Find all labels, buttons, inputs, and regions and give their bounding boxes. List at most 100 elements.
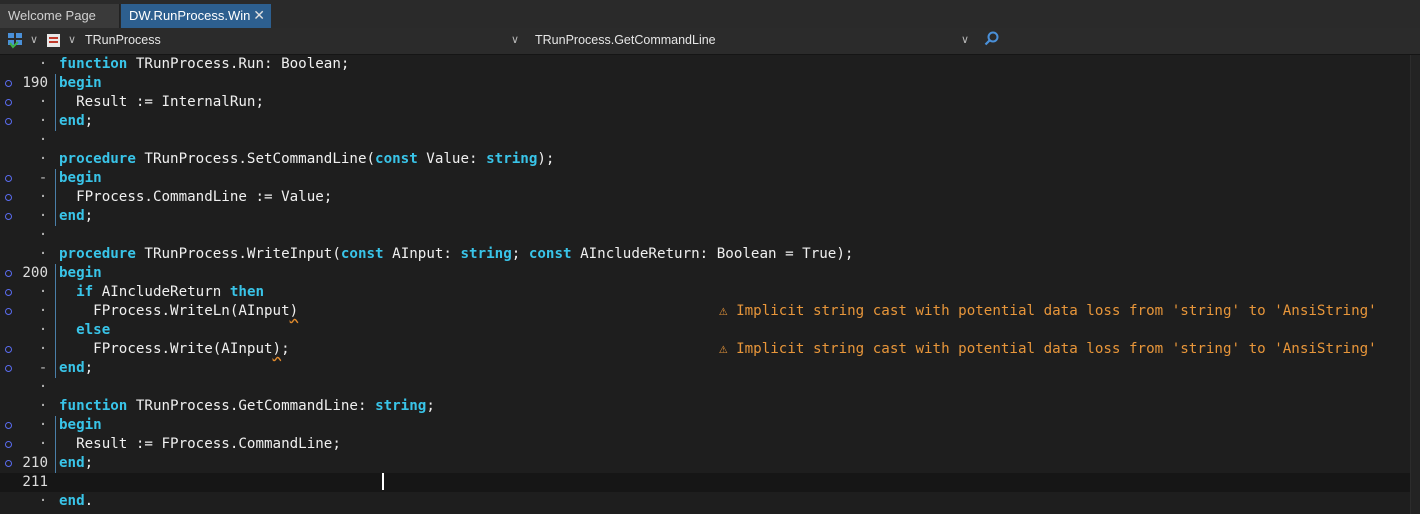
code-token: TRunProcess.WriteInput( (144, 246, 341, 262)
keyword-token: const (340, 246, 384, 262)
text-cursor (382, 473, 384, 490)
code-line[interactable]: · procedure TRunProcess.SetCommandLine(co… (0, 150, 1410, 169)
keyword-token: end (59, 360, 85, 376)
code-line[interactable]: · end; (0, 207, 1410, 226)
method-selector[interactable]: TRunProcess.GetCommandLine (535, 28, 716, 54)
tab-label: DW.RunProcess.Win (129, 8, 251, 23)
code-token: Result := InternalRun; (59, 94, 264, 110)
code-token: ; (426, 398, 435, 414)
keyword-token: end (59, 455, 85, 471)
code-line[interactable]: 210 end; (0, 454, 1410, 473)
code-line[interactable]: - begin (0, 169, 1410, 188)
code-token: AIncludeReturn (93, 284, 230, 300)
code-token: ; (281, 341, 290, 357)
keyword-token: function (59, 56, 128, 72)
gutter-marker (5, 422, 12, 429)
code-line[interactable]: · (0, 131, 1410, 150)
code-token: FProcess.Write(AInput (59, 341, 273, 357)
code-line[interactable]: · (0, 226, 1410, 245)
code-line[interactable]: · FProcess.WriteLn(AInput) ⚠ Implicit str… (0, 302, 1410, 321)
tab-label: Welcome Page (8, 8, 96, 23)
code-token: Result := FProcess.CommandLine; (59, 436, 341, 452)
code-token: AInput: (383, 246, 461, 262)
close-icon[interactable]: ✕ (253, 4, 265, 27)
keyword-token: else (76, 322, 111, 338)
code-line[interactable]: - end; (0, 359, 1410, 378)
code-text: end. (59, 492, 93, 511)
keyword-token: const (528, 246, 572, 262)
gutter-marker (5, 270, 12, 277)
gutter-marker (5, 118, 12, 125)
code-line[interactable]: · Result := FProcess.CommandLine; (0, 435, 1410, 454)
keyword-token: procedure (59, 151, 136, 167)
code-line[interactable]: · procedure TRunProcess.WriteInput(const … (0, 245, 1410, 264)
line-gutter-dot: · (38, 208, 48, 224)
code-line[interactable]: · end; (0, 112, 1410, 131)
code-line[interactable]: · if AIncludeReturn then (0, 283, 1410, 302)
code-text: if AIncludeReturn then (59, 283, 264, 302)
inline-warning-hint: ⚠ Implicit string cast with potential da… (719, 341, 1377, 357)
chevron-down-icon[interactable]: ∨ (30, 28, 38, 54)
code-line[interactable]: · Result := InternalRun; (0, 93, 1410, 112)
code-text: function TRunProcess.GetCommandLine: str… (59, 397, 435, 416)
code-token: TRunProcess.GetCommandLine: (135, 398, 376, 414)
chevron-down-icon[interactable]: ∨ (68, 28, 76, 54)
keyword-token: string (460, 246, 512, 262)
line-number: 210 (22, 455, 48, 471)
code-line[interactable]: · function TRunProcess.Run: Boolean; (0, 55, 1410, 74)
line-number: 200 (22, 265, 48, 281)
code-text: begin (59, 264, 102, 283)
navigation-toolbar: ∨ ∨ TRunProcess ∨ TRunProcess.GetCommand… (0, 28, 1420, 55)
keyword-token: function (59, 398, 128, 414)
tab-dw-runprocess-win[interactable]: DW.RunProcess.Win ✕ (121, 4, 271, 28)
keyword-token: begin (59, 75, 102, 91)
code-line[interactable]: · else (0, 321, 1410, 340)
keyword-token: end (59, 113, 85, 129)
code-line[interactable]: · (0, 378, 1410, 397)
line-gutter-dot: - (38, 360, 48, 376)
search-icon[interactable] (984, 28, 1000, 54)
chevron-down-icon[interactable]: ∨ (511, 28, 519, 54)
code-text: end; (59, 454, 93, 473)
code-editor[interactable]: · function TRunProcess.Run: Boolean; 190 be… (0, 55, 1410, 514)
line-gutter-dot: · (38, 94, 48, 110)
gutter-marker (5, 80, 12, 87)
code-line[interactable]: · function TRunProcess.GetCommandLine: st… (0, 397, 1410, 416)
vertical-scrollbar[interactable] (1410, 55, 1420, 514)
code-line[interactable]: 200 begin (0, 264, 1410, 283)
code-token: TRunProcess.Run: Boolean; (135, 56, 350, 72)
editor-tab-bar: Welcome Page DW.RunProcess.Win ✕ (0, 0, 1420, 29)
code-line[interactable]: · end. (0, 492, 1410, 511)
line-number: 190 (22, 75, 48, 91)
unit-icon[interactable] (46, 28, 62, 54)
code-token: Value: (417, 151, 487, 167)
code-line[interactable]: · begin (0, 416, 1410, 435)
structure-icon[interactable] (7, 28, 25, 54)
line-gutter-dot: · (38, 284, 48, 300)
code-token: FProcess.CommandLine := Value; (59, 189, 333, 205)
keyword-token: then (229, 284, 265, 300)
code-text: begin (59, 416, 102, 435)
code-line[interactable]: 211 (0, 473, 1410, 492)
keyword-token: begin (59, 265, 102, 281)
code-text: FProcess.Write(AInput); (59, 340, 290, 359)
code-text: end; (59, 112, 93, 131)
gutter-marker (5, 460, 12, 467)
code-line[interactable]: · FProcess.CommandLine := Value; (0, 188, 1410, 207)
keyword-token: if (76, 284, 94, 300)
tab-welcome-page[interactable]: Welcome Page (0, 4, 120, 28)
code-line[interactable]: 190 begin (0, 74, 1410, 93)
code-text: end; (59, 359, 93, 378)
line-gutter-dot: · (38, 398, 48, 414)
code-text: else (59, 321, 110, 340)
code-token: ; (84, 360, 94, 376)
code-line[interactable]: · FProcess.Write(AInput); ⚠ Implicit stri… (0, 340, 1410, 359)
chevron-down-icon[interactable]: ∨ (961, 28, 969, 54)
gutter-marker (5, 213, 12, 220)
class-selector[interactable]: TRunProcess (85, 28, 161, 54)
line-gutter-dot: · (38, 56, 48, 72)
line-gutter-dot: · (38, 341, 48, 357)
code-token: ; (511, 246, 529, 262)
keyword-token: end (59, 208, 85, 224)
